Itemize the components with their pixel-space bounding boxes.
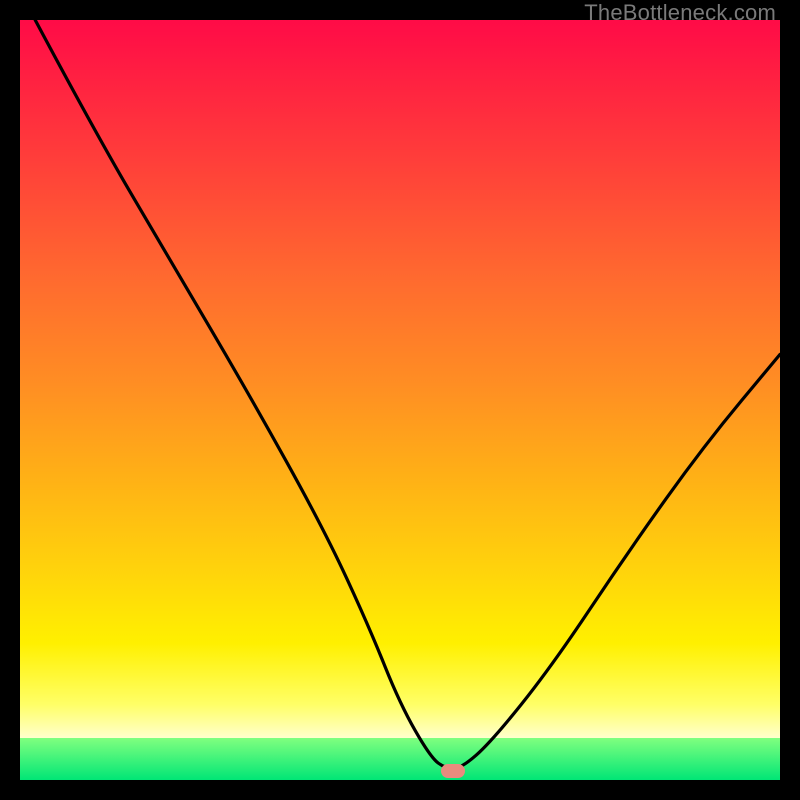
curve-path — [35, 20, 780, 769]
optimum-marker — [441, 764, 465, 778]
chart-container: TheBottleneck.com — [0, 0, 800, 800]
bottleneck-curve — [20, 20, 780, 780]
